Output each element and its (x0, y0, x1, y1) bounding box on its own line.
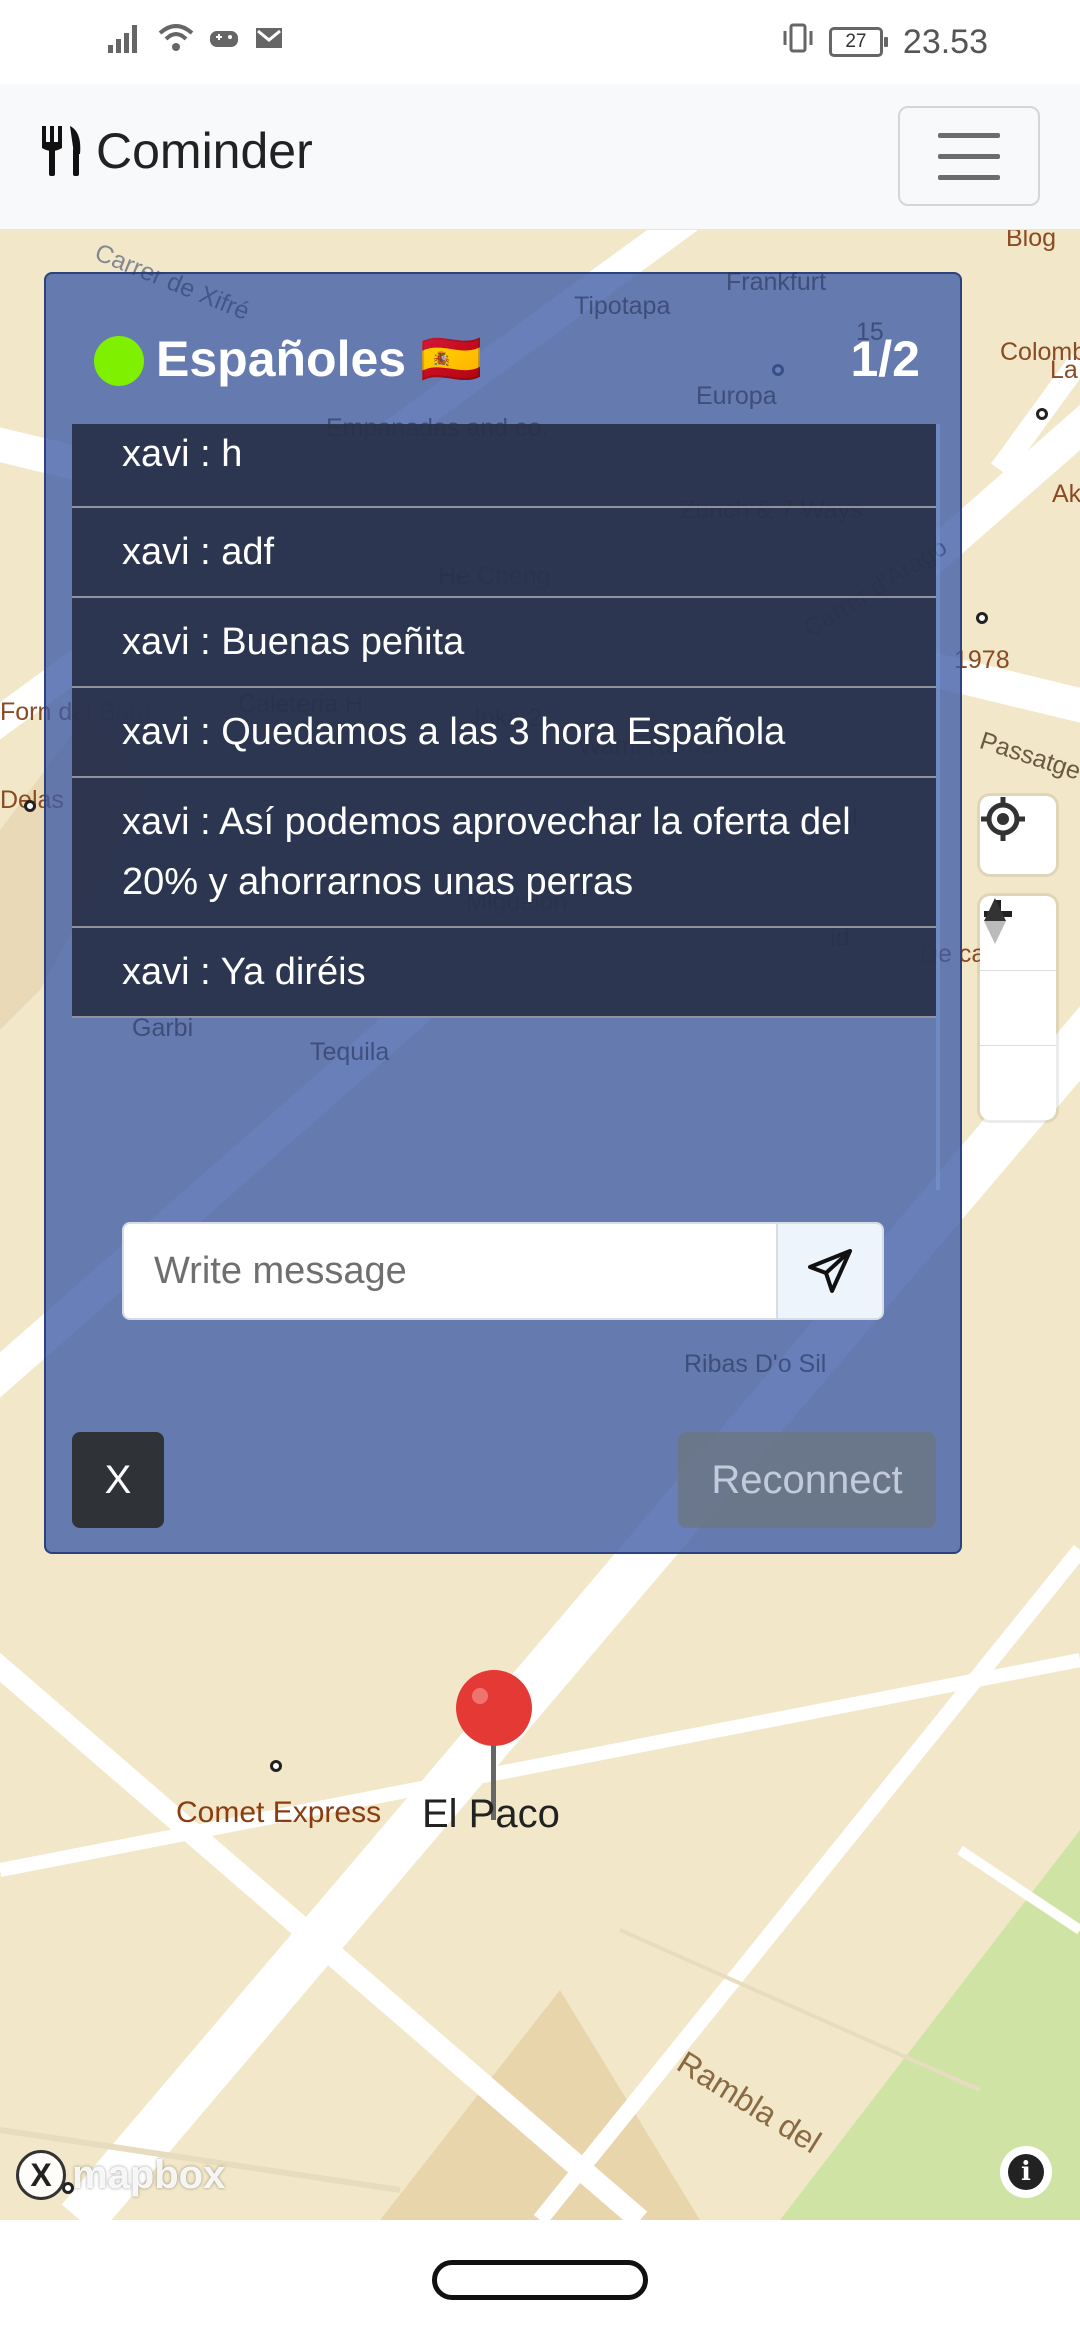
app-navbar: Cominder (0, 84, 1080, 230)
status-bar: 27 23.53 (0, 0, 1080, 84)
brand[interactable]: Cominder (40, 122, 313, 180)
chat-message: xavi : h (72, 424, 936, 508)
message-list[interactable]: xavi : h xavi : adf xavi : Buenas peñita… (72, 424, 940, 1190)
map-label: Blog (1006, 230, 1057, 252)
map-label: La (1050, 356, 1078, 384)
chat-message: xavi : Así podemos aprovechar la oferta … (72, 778, 936, 928)
info-icon: i (1008, 2154, 1044, 2190)
vibrate-icon (781, 23, 815, 61)
hamburger-menu-icon-bar (938, 153, 1000, 159)
zoom-out-icon[interactable] (980, 911, 1056, 1046)
status-right-icons: 27 23.53 (781, 23, 988, 62)
gamepad-icon (208, 23, 240, 61)
chat-message: xavi : Buenas peñita (72, 598, 936, 688)
pin-label[interactable]: El Paco (422, 1792, 560, 1837)
status-time: 23.53 (902, 22, 988, 61)
map-label: 1978 (954, 646, 1010, 674)
online-status-indicator (94, 336, 144, 386)
geolocate-control[interactable] (980, 796, 1056, 874)
mapbox-attribution[interactable]: X mapbox (16, 2150, 225, 2200)
home-gesture-handle[interactable] (432, 2260, 648, 2300)
zoom-control[interactable] (980, 896, 1056, 1120)
hamburger-menu-icon (938, 132, 1000, 138)
close-chat-button[interactable]: X (72, 1432, 164, 1528)
map-label: Ak (1052, 480, 1080, 508)
reconnect-button[interactable]: Reconnect (678, 1432, 936, 1528)
map-label: Ribas D'o Sil (684, 1350, 827, 1378)
battery-icon: 27 (828, 27, 888, 57)
system-navigation-bar (0, 2220, 1080, 2340)
paper-plane-icon (808, 1249, 852, 1293)
hamburger-menu-icon-bar (938, 174, 1000, 180)
brand-name: Cominder (96, 123, 313, 179)
info-button[interactable]: i (1000, 2146, 1052, 2198)
chat-message: xavi : Ya diréis (72, 928, 936, 1018)
map-poi[interactable] (270, 1760, 282, 1772)
message-composer (122, 1222, 884, 1320)
chat-group-name: Españoles 🇪🇸 (156, 331, 483, 387)
signal-icon (108, 23, 144, 61)
fork-knife-icon (40, 124, 84, 178)
send-button[interactable] (778, 1222, 884, 1320)
chat-page-indicator: 1/2 (850, 331, 920, 387)
map-poi[interactable] (1036, 408, 1048, 420)
message-input[interactable] (122, 1222, 778, 1320)
chat-panel: Carrer de Xifré Tipotapa Frankfurt Europ… (44, 238, 962, 1554)
chat-message: xavi : Quedamos a las 3 hora Española (72, 688, 936, 778)
wifi-icon (158, 23, 194, 61)
hamburger-menu-button[interactable] (898, 106, 1040, 206)
map-poi[interactable] (24, 800, 36, 812)
chat-message: xavi : adf (72, 508, 936, 598)
attribution-close-button[interactable]: X (16, 2150, 66, 2200)
status-left-icons (108, 23, 284, 61)
poi-label[interactable]: Comet Express (176, 1796, 381, 1830)
chat-header: Españoles 🇪🇸 1/2 (46, 274, 960, 424)
map-poi[interactable] (976, 612, 988, 624)
mapbox-logo: mapbox (72, 2152, 226, 2197)
mail-icon (254, 23, 284, 61)
compass-icon[interactable] (980, 898, 1056, 1120)
locate-icon[interactable] (980, 796, 1056, 870)
